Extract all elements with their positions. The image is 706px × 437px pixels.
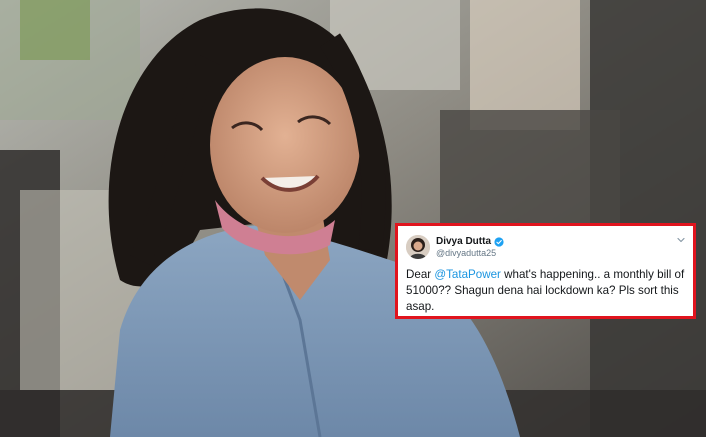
avatar-image bbox=[406, 235, 430, 259]
verified-badge-icon bbox=[494, 236, 504, 247]
tweet-text-start: Dear bbox=[406, 268, 435, 281]
tweet-author-row: Divya Dutta bbox=[436, 235, 504, 248]
chevron-down-icon[interactable] bbox=[675, 234, 687, 246]
mention-link[interactable]: @TataPower bbox=[434, 268, 501, 281]
background-photo bbox=[0, 0, 706, 437]
tweet-text: Dear @TataPower what's happening.. a mon… bbox=[406, 267, 690, 316]
tweet-card: Divya Dutta @divyadutta25 Dear @TataPowe… bbox=[395, 223, 696, 319]
avatar[interactable] bbox=[406, 235, 430, 259]
author-display-name[interactable]: Divya Dutta bbox=[436, 236, 491, 247]
author-handle[interactable]: @divyadutta25 bbox=[436, 248, 496, 258]
